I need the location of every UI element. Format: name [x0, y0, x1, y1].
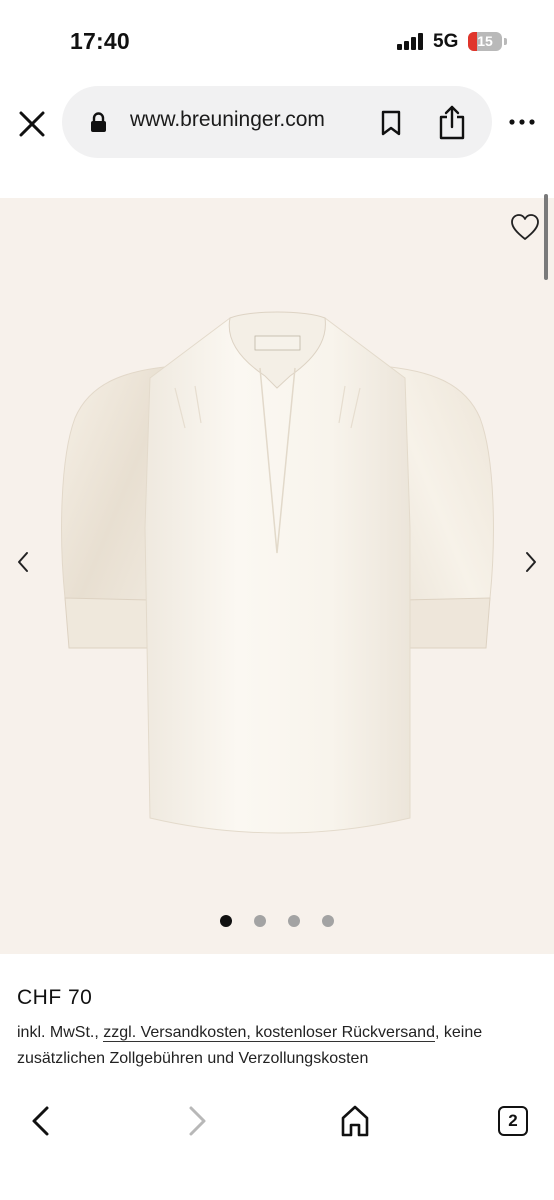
next-image-arrow-icon[interactable]: [522, 550, 540, 574]
url-text[interactable]: www.breuninger.com: [130, 108, 325, 132]
price-note: inkl. MwSt., zzgl. Versandkosten, kosten…: [17, 1020, 537, 1072]
browser-toolbar: [0, 1088, 554, 1200]
close-button[interactable]: [14, 106, 50, 142]
battery-tip: [504, 38, 507, 45]
product-price: CHF 70: [17, 986, 93, 1009]
battery-icon: 15: [468, 32, 502, 51]
home-icon[interactable]: [339, 1104, 371, 1138]
previous-image-arrow-icon[interactable]: [14, 550, 32, 574]
wishlist-heart-icon[interactable]: [510, 213, 540, 241]
status-bar: 17:40 5G 15: [0, 0, 554, 84]
battery-level: 15: [477, 33, 493, 49]
shipping-info-link[interactable]: zzgl. Versandkosten, kostenloser Rückver…: [103, 1024, 435, 1042]
signal-icon: [397, 33, 427, 50]
product-blouse-image: [61, 311, 494, 834]
page-dot-2[interactable]: [254, 915, 266, 927]
more-icon[interactable]: [507, 112, 537, 132]
page-dot-1[interactable]: [220, 915, 232, 927]
forward-icon[interactable]: [186, 1104, 210, 1138]
status-time: 17:40: [70, 28, 130, 54]
share-icon[interactable]: [437, 104, 467, 140]
tabs-icon[interactable]: 2: [498, 1106, 528, 1136]
back-icon[interactable]: [28, 1104, 52, 1138]
price-note-prefix: inkl. MwSt.,: [17, 1024, 104, 1041]
scrollbar[interactable]: [544, 194, 548, 280]
close-icon: [19, 111, 45, 137]
page-dot-3[interactable]: [288, 915, 300, 927]
page-dot-4[interactable]: [322, 915, 334, 927]
bookmark-icon[interactable]: [380, 110, 402, 136]
lock-icon: [91, 112, 106, 132]
network-type: 5G: [433, 31, 459, 52]
